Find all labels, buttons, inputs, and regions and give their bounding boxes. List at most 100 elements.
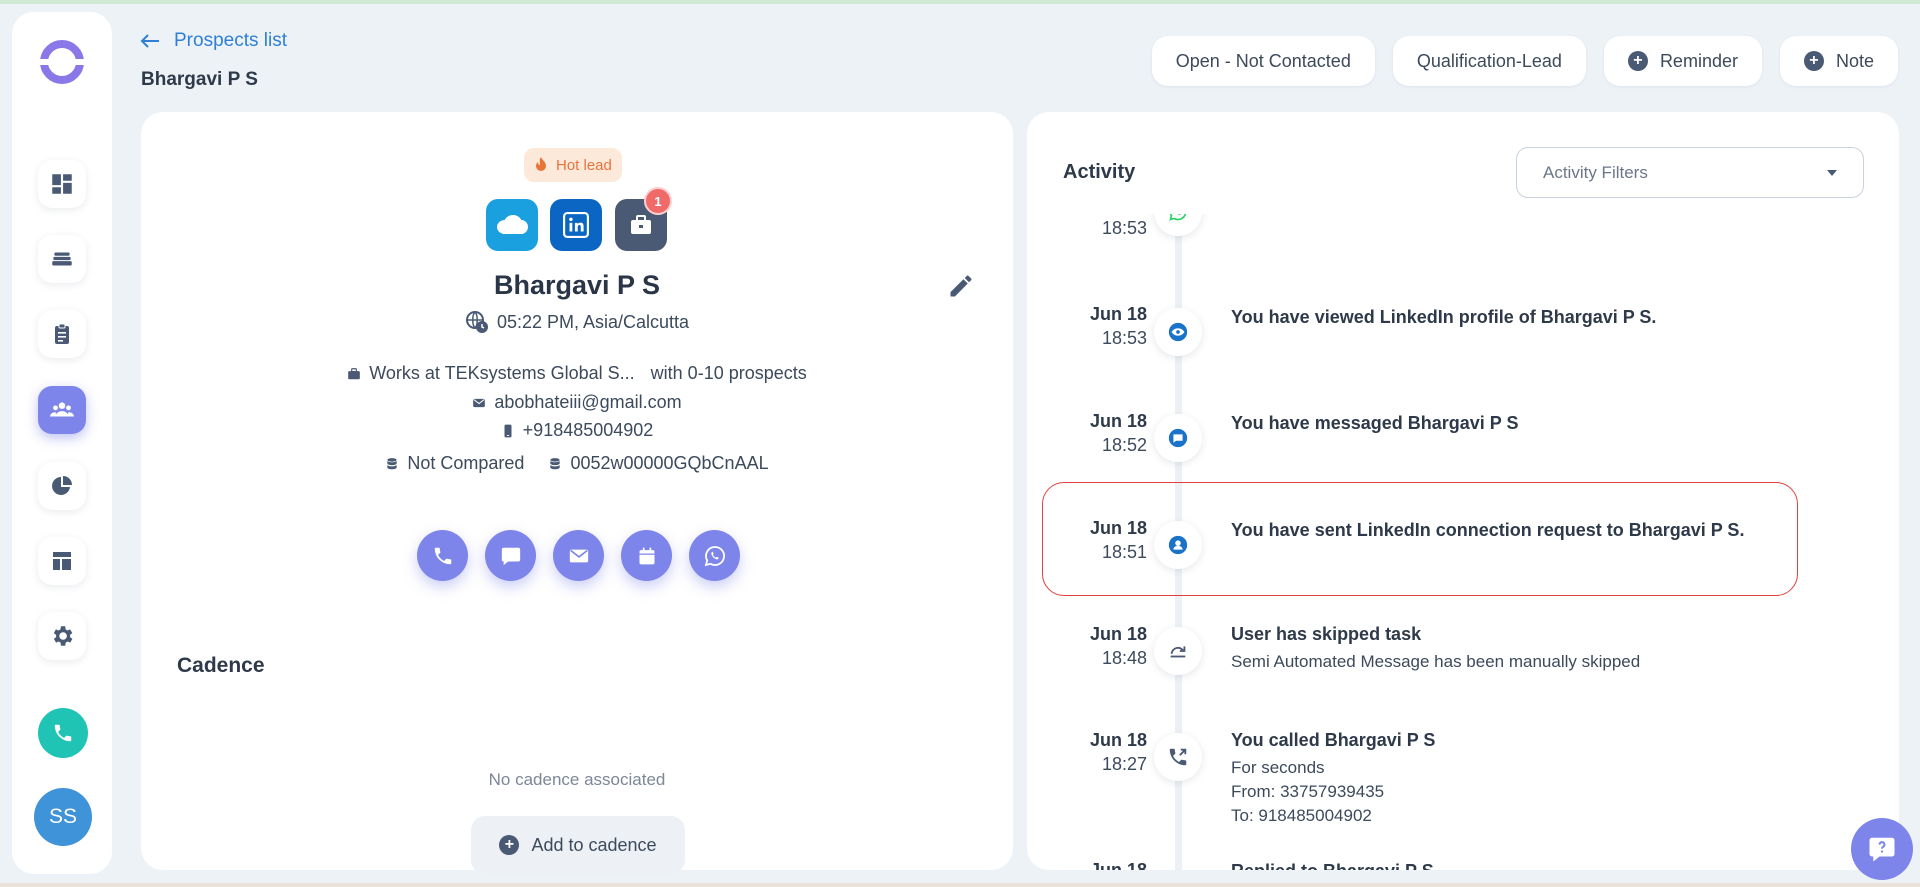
phone-text[interactable]: +918485004902: [523, 420, 654, 441]
activity-time: 18:52: [1101, 435, 1147, 455]
schedule-button[interactable]: [621, 530, 672, 581]
template-icon: [53, 552, 71, 570]
add-note-button[interactable]: + Note: [1779, 36, 1898, 86]
sidebar-item-layers[interactable]: [38, 235, 86, 283]
activity-node: [1154, 414, 1202, 462]
cadence-heading: Cadence: [177, 654, 265, 677]
activity-detail: Semi Automated Message has been manually…: [1231, 652, 1641, 671]
reminder-label: Reminder: [1659, 50, 1738, 71]
timezone-text: 05:22 PM, Asia/Calcutta: [496, 311, 690, 332]
prospect-count-text: with 0-10 prospects: [650, 363, 807, 383]
stage-dropdown[interactable]: Qualification-Lead: [1392, 36, 1586, 86]
bottom-strip: [0, 883, 1920, 887]
status-label: Open - Not Contacted: [1175, 50, 1351, 71]
activity-title: User has skipped task: [1231, 624, 1422, 644]
crm-row: Not Compared 0052w00000GQbCnAAL: [141, 453, 1013, 474]
skip-icon: [1170, 646, 1186, 658]
activity-filters-placeholder: Activity Filters: [1543, 162, 1648, 182]
user-avatar[interactable]: SS: [34, 788, 92, 846]
plus-icon: +: [1803, 51, 1824, 71]
call-button[interactable]: [417, 530, 468, 581]
add-reminder-button[interactable]: + Reminder: [1603, 36, 1762, 86]
activity-node: [1154, 733, 1202, 781]
compare-status-text: Not Compared: [407, 453, 525, 473]
sidebar-item-templates[interactable]: [38, 537, 86, 585]
add-to-cadence-label: Add to cadence: [531, 834, 657, 855]
caret-down-icon: [1827, 169, 1837, 176]
dashboard-icon: [52, 174, 72, 194]
sidebar: SS: [12, 12, 112, 874]
message-icon: [1168, 428, 1188, 448]
top-accent-line: [0, 0, 1920, 4]
linkedin-button[interactable]: [550, 199, 602, 251]
page-title: Bhargavi P S: [141, 69, 258, 90]
plus-icon: +: [1627, 51, 1648, 71]
eye-icon: [1168, 322, 1188, 342]
calendar-icon: [639, 547, 654, 564]
sidebar-item-tasks[interactable]: [38, 310, 86, 358]
prospect-profile-card: Hot lead 1 Bhargavi P S 05:22 PM, Asia/C…: [141, 112, 1013, 874]
whatsapp-icon: [704, 545, 725, 566]
phone-outgoing-icon: [1169, 748, 1187, 766]
arrow-left-icon: [140, 34, 159, 48]
sidebar-item-dashboard[interactable]: [38, 160, 86, 208]
top-actions: Open - Not Contacted Qualification-Lead …: [1151, 36, 1898, 86]
activity-time: 18:48: [1101, 648, 1147, 668]
activity-date: Jun 18: [1089, 411, 1147, 431]
chat-bubble-icon: [501, 547, 520, 565]
note-label: Note: [1835, 50, 1874, 71]
email-button[interactable]: [553, 530, 604, 581]
sms-button[interactable]: [485, 530, 536, 581]
sidebar-item-people[interactable]: [38, 386, 86, 434]
mobile-phone-icon: [504, 424, 512, 437]
phone-row: +918485004902: [141, 420, 1013, 441]
salesforce-cloud-icon: [497, 215, 528, 234]
phone-icon: [54, 724, 72, 742]
gear-icon: [53, 626, 73, 646]
activity-filters-dropdown[interactable]: Activity Filters: [1516, 147, 1864, 198]
email-text[interactable]: abobhateiii@gmail.com: [494, 392, 681, 413]
back-link-label: Prospects list: [174, 30, 287, 51]
whatsapp-button[interactable]: [689, 530, 740, 581]
dialer-button[interactable]: [38, 708, 88, 758]
back-to-prospects-link[interactable]: Prospects list: [140, 30, 287, 52]
hot-lead-label: Hot lead: [556, 156, 612, 174]
activity-date: Jun 18: [1089, 730, 1147, 750]
activity-date: Jun 18: [1089, 518, 1147, 538]
mail-icon: [473, 398, 486, 407]
company-row: Works at TEKsystems Global S... with 0-1…: [141, 363, 1013, 384]
activity-date: Jun 18: [1089, 304, 1147, 324]
activity-date: Jun 18: [1089, 860, 1147, 870]
activity-time: 18:53: [1101, 328, 1147, 348]
activity-title: You have viewed LinkedIn profile of Bhar…: [1231, 307, 1657, 327]
activity-time: 18:27: [1101, 754, 1147, 774]
activity-feed[interactable]: 18:53 Jun 18 18:53 You have viewed Linke…: [1027, 214, 1899, 870]
app-logo[interactable]: [38, 38, 86, 86]
activity-title: You have sent LinkedIn connection reques…: [1231, 520, 1745, 540]
salesforce-button[interactable]: [486, 199, 538, 251]
help-chat-button[interactable]: [1851, 818, 1913, 880]
clipboard-icon: [55, 323, 69, 344]
activity-node: [1154, 521, 1202, 569]
briefcase-icon: [631, 215, 651, 234]
activity-heading: Activity: [1063, 161, 1136, 183]
hot-lead-tag: Hot lead: [524, 148, 622, 182]
activity-title: Replied to Bhargavi P S: [1231, 861, 1434, 870]
edit-pencil-icon[interactable]: [947, 272, 975, 300]
mail-icon: [569, 549, 588, 562]
stage-label: Qualification-Lead: [1416, 50, 1562, 71]
contact-actions: [417, 530, 740, 581]
database-icon: [387, 457, 398, 469]
whatsapp-icon: [1169, 214, 1187, 221]
add-to-cadence-button[interactable]: + Add to cadence: [471, 816, 685, 874]
activity-panel: Activity Activity Filters 18:53 Jun 18 1…: [1027, 112, 1899, 870]
sidebar-item-reports[interactable]: [38, 462, 86, 510]
activity-detail: For seconds: [1231, 758, 1325, 777]
activity-title: You have messaged Bhargavi P S: [1231, 413, 1519, 433]
status-dropdown[interactable]: Open - Not Contacted: [1151, 36, 1375, 86]
activity-time: 18:53: [1101, 218, 1147, 238]
sidebar-item-settings[interactable]: [38, 612, 86, 660]
help-chat-icon: [1869, 837, 1895, 862]
database-icon: [550, 457, 561, 469]
timezone-row: 05:22 PM, Asia/Calcutta: [141, 310, 1013, 334]
